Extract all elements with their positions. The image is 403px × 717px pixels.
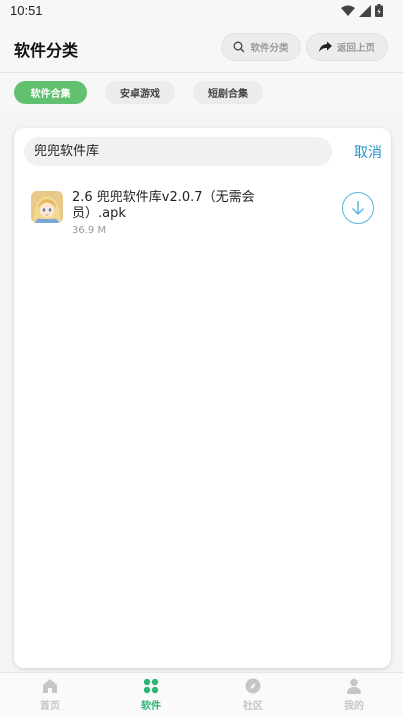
- list-item[interactable]: 2.6 兜兜软件库v2.0.7（无需会员）.apk 36.9 M: [14, 183, 391, 253]
- back-button[interactable]: 返回上页: [306, 33, 388, 61]
- nav-profile-label: 我的: [344, 701, 364, 712]
- nav-home[interactable]: 首页: [20, 677, 80, 712]
- tab-software-collection[interactable]: 软件合集: [14, 81, 87, 104]
- wifi-icon: [341, 5, 355, 16]
- page-title: 软件分类: [14, 41, 79, 60]
- nav-profile[interactable]: 我的: [324, 677, 384, 712]
- item-title: 2.6 兜兜软件库v2.0.7（无需会员）.apk: [72, 190, 255, 221]
- home-icon: [41, 677, 59, 695]
- tab-android-games[interactable]: 安卓游戏: [105, 81, 175, 104]
- cancel-button[interactable]: 取消: [354, 142, 382, 162]
- nav-software[interactable]: 软件: [121, 677, 181, 712]
- bottom-nav: 首页 软件 社区 我的: [0, 672, 403, 717]
- category-search-button[interactable]: 软件分类: [221, 33, 301, 61]
- back-label: 返回上页: [336, 43, 375, 54]
- app-icon: [31, 191, 63, 223]
- nav-community-label: 社区: [243, 701, 263, 712]
- user-icon: [345, 677, 363, 695]
- search-icon: [234, 41, 245, 53]
- nav-community[interactable]: 社区: [223, 677, 283, 712]
- category-search-label: 软件分类: [250, 43, 289, 54]
- results-card: 兜兜软件库 取消 2.6 兜兜软件库v2.0.7（无需会员）.apk 36.9 …: [14, 128, 391, 668]
- status-bar: 10:51: [0, 0, 403, 22]
- item-size: 36.9 M: [72, 225, 107, 236]
- battery-icon: [375, 4, 383, 17]
- share-forward-icon: [318, 41, 332, 52]
- compass-icon: [244, 677, 262, 695]
- nav-software-label: 软件: [141, 701, 161, 712]
- header: 软件分类 软件分类 返回上页: [0, 22, 403, 72]
- download-icon: [351, 201, 365, 216]
- status-time: 10:51: [10, 3, 43, 18]
- grid-icon: [142, 677, 160, 695]
- search-input[interactable]: 兜兜软件库: [24, 137, 332, 166]
- download-button[interactable]: [342, 192, 374, 224]
- signal-icon: [359, 4, 371, 17]
- status-icons: [341, 4, 383, 17]
- category-tabs: 软件合集 安卓游戏 短剧合集: [0, 73, 403, 113]
- tab-short-drama[interactable]: 短剧合集: [193, 81, 263, 104]
- nav-home-label: 首页: [40, 701, 60, 712]
